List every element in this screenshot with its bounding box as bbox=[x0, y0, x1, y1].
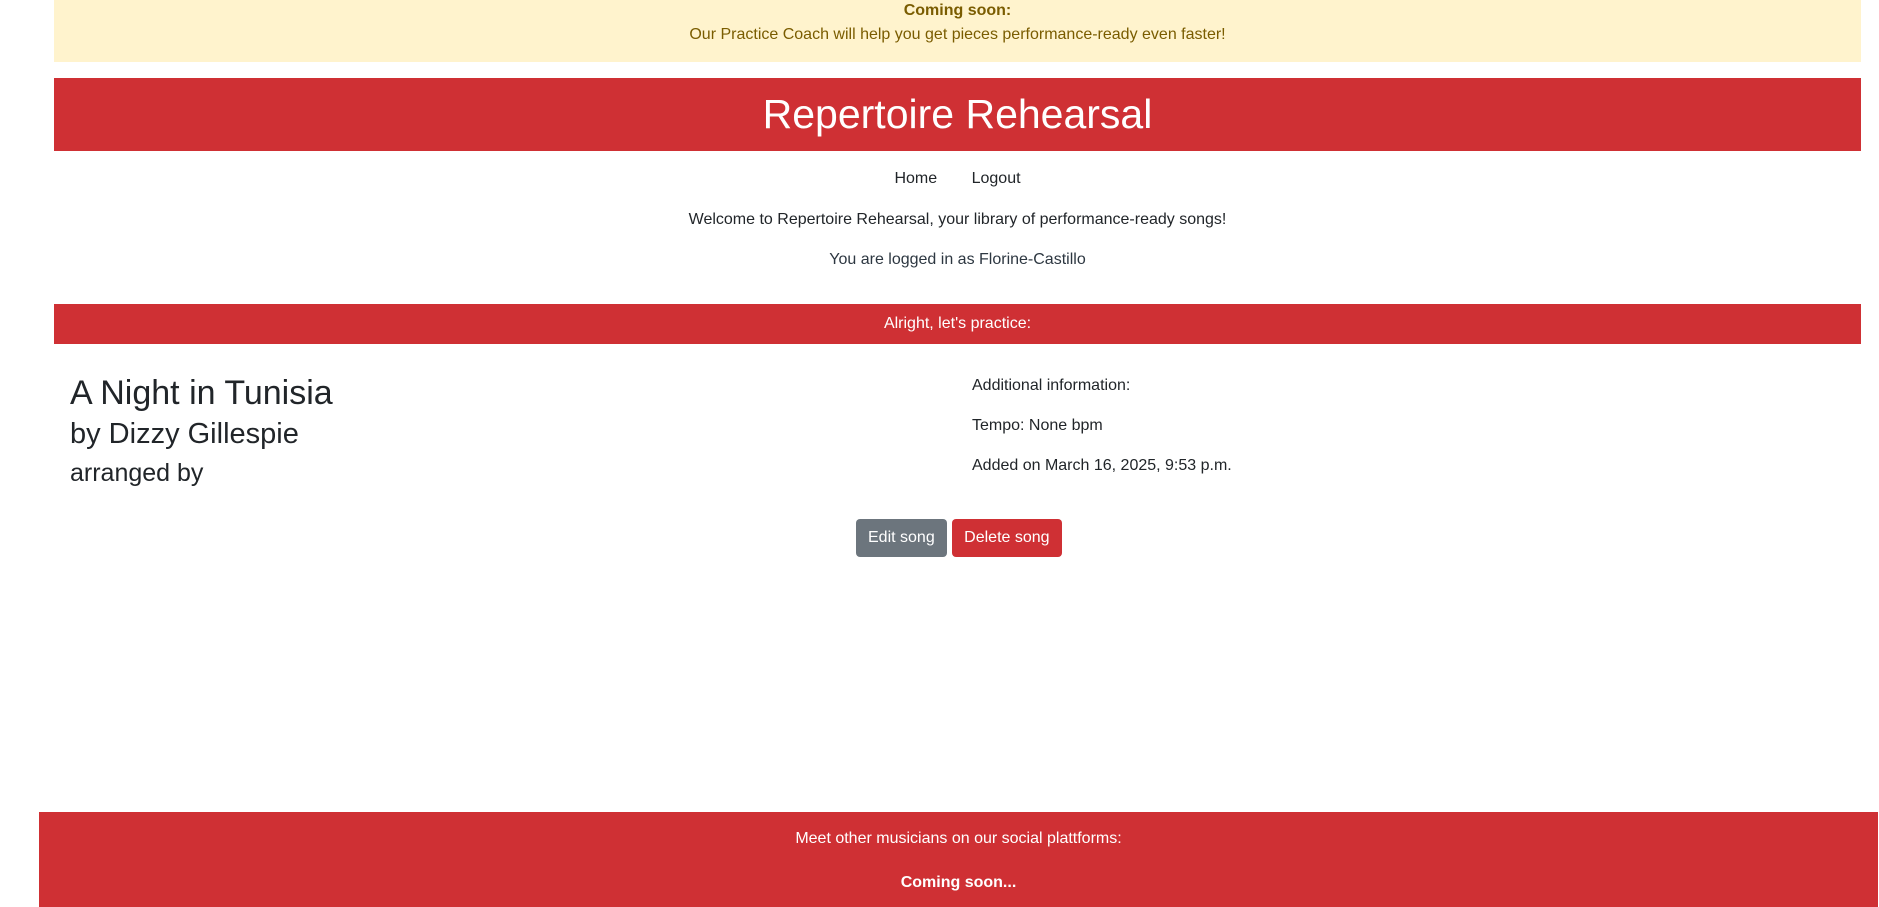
nav-home-link[interactable]: Home bbox=[894, 166, 937, 192]
song-tempo: Tempo: None bpm bbox=[972, 417, 1103, 434]
song-additional-info: Additional information: Tempo: None bpm … bbox=[972, 376, 1232, 496]
info-heading: Additional information: bbox=[972, 377, 1131, 394]
song-actions: Edit song Delete song bbox=[856, 519, 1063, 557]
song-title: A Night in Tunisia bbox=[70, 374, 333, 412]
site-header: Repertoire Rehearsal bbox=[54, 78, 1861, 151]
song-added-date: Added on March 16, 2025, 9:53 p.m. bbox=[972, 457, 1232, 474]
song-artist: by Dizzy Gillespie bbox=[70, 418, 299, 450]
song-details: A Night in Tunisia by Dizzy Gillespie ar… bbox=[70, 372, 333, 492]
announcement-title: Coming soon: bbox=[903, 2, 1012, 19]
site-footer: Meet other musicians on our social platt… bbox=[39, 812, 1878, 907]
footer-coming-soon: Coming soon... bbox=[900, 874, 1017, 891]
announcement-text: Our Practice Coach will help you get pie… bbox=[689, 26, 1226, 43]
announcement-banner: Coming soon: Our Practice Coach will hel… bbox=[54, 0, 1861, 62]
delete-song-button[interactable]: Delete song bbox=[952, 519, 1062, 557]
login-status: You are logged in as Florine-Castillo bbox=[829, 251, 1086, 268]
nav-logout-link[interactable]: Logout bbox=[972, 166, 1021, 192]
footer-social-text: Meet other musicians on our social platt… bbox=[795, 830, 1122, 847]
page: Coming soon: Our Practice Coach will hel… bbox=[0, 0, 1879, 907]
song-arranger: arranged by bbox=[70, 459, 204, 487]
main-nav: Home Logout bbox=[54, 166, 1861, 192]
practice-banner: Alright, let's practice: bbox=[54, 304, 1861, 344]
site-title: Repertoire Rehearsal bbox=[762, 91, 1153, 137]
edit-song-button[interactable]: Edit song bbox=[856, 519, 947, 557]
welcome-message: Welcome to Repertoire Rehearsal, your li… bbox=[688, 211, 1227, 228]
